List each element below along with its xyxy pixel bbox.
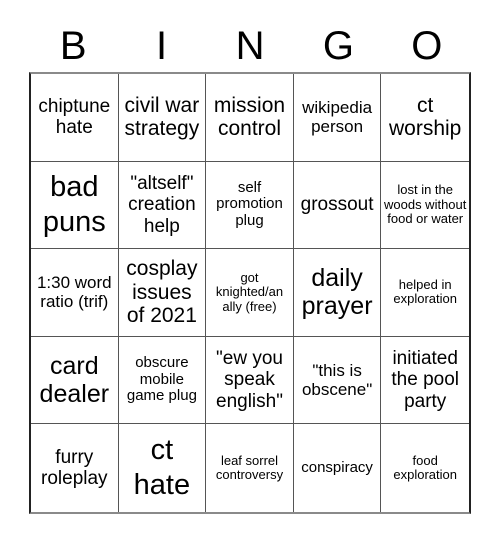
bingo-cell[interactable]: card dealer bbox=[31, 336, 119, 425]
bingo-cell[interactable]: bad puns bbox=[31, 161, 119, 250]
bingo-cell[interactable]: ct hate bbox=[119, 424, 207, 512]
bingo-cell[interactable]: "ew you speak english" bbox=[206, 336, 294, 425]
bingo-cell[interactable]: ct worship bbox=[381, 74, 469, 162]
bingo-cell[interactable]: grossout bbox=[293, 161, 382, 250]
bingo-cell[interactable]: chiptune hate bbox=[31, 74, 119, 162]
bingo-header: B I N G O bbox=[29, 20, 471, 72]
header-letter-i: I bbox=[156, 24, 168, 68]
bingo-cell[interactable]: lost in the woods without food or water bbox=[381, 162, 469, 250]
header-letter-n: N bbox=[235, 24, 265, 68]
bingo-cell[interactable]: cosplay issues of 2021 bbox=[118, 249, 207, 337]
bingo-cell[interactable]: leaf sorrel controversy bbox=[206, 424, 294, 512]
bingo-cell[interactable]: "this is obscene" bbox=[293, 336, 382, 425]
bingo-grid: chiptune hate civil war strategy mission… bbox=[29, 72, 471, 514]
bingo-cell[interactable]: food exploration bbox=[381, 424, 469, 512]
bingo-cell[interactable]: obscure mobile game plug bbox=[118, 336, 207, 425]
bingo-cell[interactable]: furry roleplay bbox=[31, 424, 119, 512]
bingo-cell[interactable]: civil war strategy bbox=[118, 74, 207, 162]
bingo-cell[interactable]: wikipedia person bbox=[293, 74, 382, 162]
bingo-cell[interactable]: conspiracy bbox=[294, 424, 382, 512]
bingo-cell[interactable]: initiated the pool party bbox=[381, 337, 469, 425]
bingo-cell[interactable]: mission control bbox=[206, 74, 294, 162]
bingo-cell[interactable]: got knighted/an ally (free) bbox=[206, 249, 294, 337]
bingo-cell[interactable]: "altself" creation help bbox=[118, 161, 207, 250]
bingo-cell[interactable]: 1:30 word ratio (trif) bbox=[31, 249, 119, 337]
header-letter-b: B bbox=[59, 24, 87, 68]
bingo-cell[interactable]: helped in exploration bbox=[381, 249, 469, 337]
bingo-cell[interactable]: daily prayer bbox=[293, 249, 382, 337]
bingo-cell[interactable]: self promotion plug bbox=[206, 161, 294, 250]
header-letter-g: G bbox=[322, 24, 354, 68]
header-letter-o: O bbox=[411, 24, 443, 68]
